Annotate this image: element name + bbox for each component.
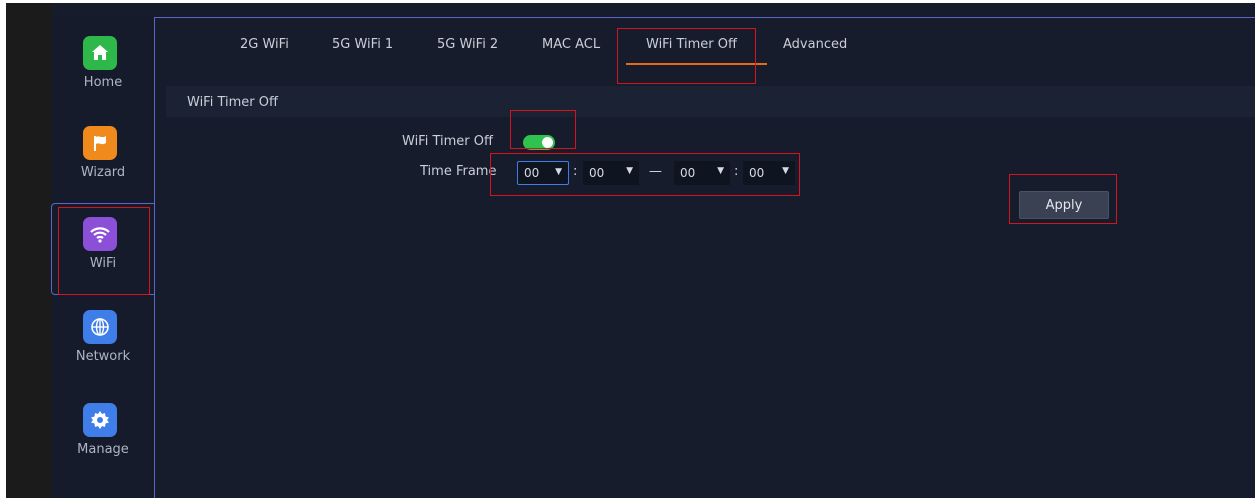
main-panel: 2G WiFi 5G WiFi 1 5G WiFi 2 MAC ACL WiFi… (155, 18, 1255, 498)
chevron-down-icon: ▼ (626, 166, 633, 176)
sidebar-item-label: Network (75, 349, 131, 364)
timeframe-label: Time Frame (420, 164, 497, 179)
apply-button[interactable]: Apply (1019, 191, 1109, 219)
tab-2g-wifi[interactable]: 2G WiFi (240, 37, 289, 52)
sidebar-item-wifi[interactable]: WiFi (51, 203, 154, 295)
sidebar-item-manage[interactable]: Manage (52, 390, 154, 480)
chevron-down-icon: ▼ (555, 167, 562, 177)
start-hour-value: 00 (524, 166, 540, 180)
section-header: WiFi Timer Off (166, 86, 1255, 117)
end-hour-value: 00 (680, 166, 696, 180)
sidebar-item-label: WiFi (89, 256, 117, 271)
range-dash: — (649, 164, 662, 179)
tab-bar: 2G WiFi 5G WiFi 1 5G WiFi 2 MAC ACL WiFi… (155, 18, 1255, 66)
active-tab-indicator (626, 63, 767, 65)
tab-mac-acl[interactable]: MAC ACL (542, 37, 600, 52)
toggle-knob (542, 137, 553, 148)
sidebar-item-network[interactable]: Network (52, 297, 154, 387)
timer-label: WiFi Timer Off (402, 134, 493, 149)
wifi-icon (83, 217, 117, 251)
sidebar-item-home[interactable]: Home (52, 23, 154, 113)
globe-icon (83, 310, 117, 344)
sidebar-item-wizard[interactable]: Wizard (52, 113, 154, 203)
start-minute-select[interactable]: 00 ▼ (583, 161, 639, 185)
tab-5g-wifi-2[interactable]: 5G WiFi 2 (437, 37, 498, 52)
app-frame: Home Wizard WiFi Network Manage 2G WiFi … (6, 3, 1255, 498)
sidebar-item-label: Wizard (80, 165, 126, 180)
flag-icon (83, 126, 117, 160)
end-minute-select[interactable]: 00 ▼ (743, 161, 795, 185)
end-hour-select[interactable]: 00 ▼ (674, 161, 730, 185)
left-strip (6, 3, 52, 498)
end-minute-value: 00 (749, 166, 765, 180)
start-minute-value: 00 (589, 166, 605, 180)
sidebar-item-label: Home (83, 75, 123, 90)
chevron-down-icon: ▼ (782, 166, 789, 176)
home-icon (83, 36, 117, 70)
tab-5g-wifi-1[interactable]: 5G WiFi 1 (332, 37, 393, 52)
sidebar-item-label: Manage (77, 442, 129, 457)
section-title: WiFi Timer Off (187, 95, 278, 110)
start-hour-select[interactable]: 00 ▼ (517, 161, 569, 185)
tab-advanced[interactable]: Advanced (783, 37, 847, 52)
time-separator: : (573, 164, 578, 179)
chevron-down-icon: ▼ (717, 166, 724, 176)
gear-icon (83, 403, 117, 437)
tab-wifi-timer-off[interactable]: WiFi Timer Off (646, 37, 737, 52)
sidebar: Home Wizard WiFi Network Manage (51, 17, 155, 498)
time-separator: : (734, 164, 739, 179)
timer-toggle[interactable] (523, 135, 555, 150)
